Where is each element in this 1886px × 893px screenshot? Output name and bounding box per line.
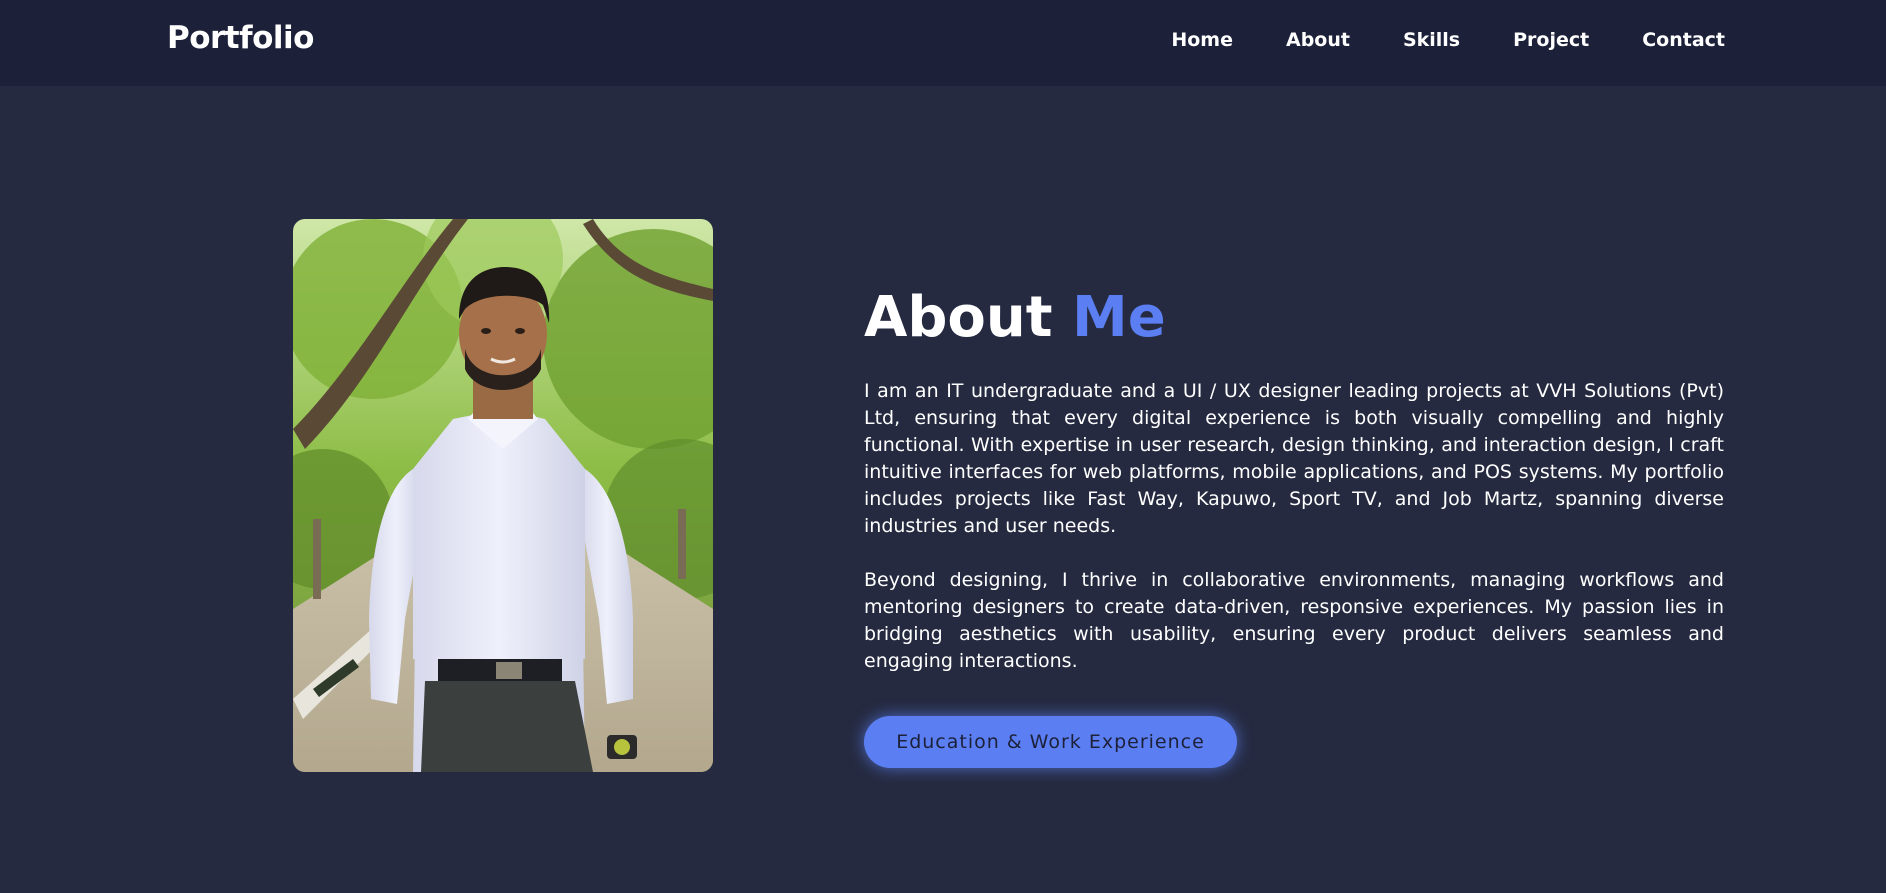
about-heading: About Me xyxy=(864,285,1724,351)
about-paragraph-2: Beyond designing, I thrive in collaborat… xyxy=(864,569,1724,672)
top-navbar: Portfolio Home About Skills Project Cont… xyxy=(0,0,1886,86)
nav-link-home[interactable]: Home xyxy=(1171,29,1233,51)
about-paragraph-1: I am an IT undergraduate and a UI / UX d… xyxy=(864,380,1724,537)
nav-link-contact[interactable]: Contact xyxy=(1642,29,1725,51)
nav-link-about[interactable]: About xyxy=(1286,29,1350,51)
about-heading-accent: Me xyxy=(1072,285,1166,350)
brand-logo[interactable]: Portfolio xyxy=(167,20,314,56)
nav-link-skills[interactable]: Skills xyxy=(1403,29,1460,51)
profile-photo xyxy=(293,219,713,772)
about-content: About Me I am an IT undergraduate and a … xyxy=(864,285,1724,768)
education-experience-button[interactable]: Education & Work Experience xyxy=(864,716,1237,768)
about-heading-main: About xyxy=(864,285,1053,350)
main-nav: Home About Skills Project Contact xyxy=(1171,29,1725,51)
nav-link-project[interactable]: Project xyxy=(1513,29,1589,51)
